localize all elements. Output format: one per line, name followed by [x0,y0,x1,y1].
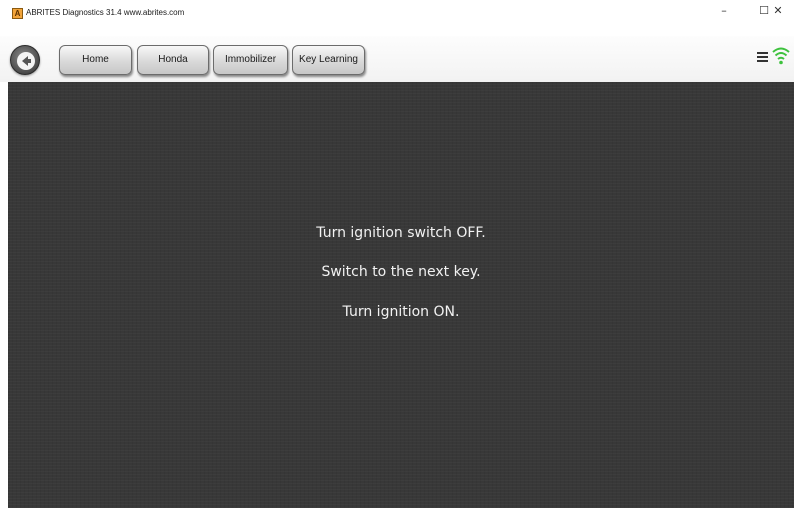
back-arrow-icon [17,52,35,70]
minimize-button[interactable]: – [704,0,744,28]
instruction-message: Turn ignition switch OFF. [316,225,486,241]
key-learning-button[interactable]: Key Learning [292,45,365,75]
immobilizer-button[interactable]: Immobilizer [213,45,288,75]
honda-button[interactable]: Honda [137,45,209,75]
instruction-message: Switch to the next key. [321,264,481,280]
wifi-connected-icon [772,46,790,66]
instruction-message: Turn ignition ON. [342,304,460,320]
window-title: ABRITES Diagnostics 31.4 www.abrites.com [26,8,185,17]
abrites-app-icon: A [12,8,23,19]
app-window: A ABRITES Diagnostics 31.4 www.abrites.c… [0,0,794,508]
home-button[interactable]: Home [59,45,132,75]
back-button[interactable] [10,45,40,75]
instruction-panel: Turn ignition switch OFF. Switch to the … [8,82,794,508]
close-button[interactable]: ✕ [762,0,794,28]
title-bar[interactable]: A ABRITES Diagnostics 31.4 www.abrites.c… [0,0,794,34]
hamburger-menu-icon[interactable] [757,52,768,62]
navigation-toolbar: Home Honda Immobilizer Key Learning [0,36,794,82]
